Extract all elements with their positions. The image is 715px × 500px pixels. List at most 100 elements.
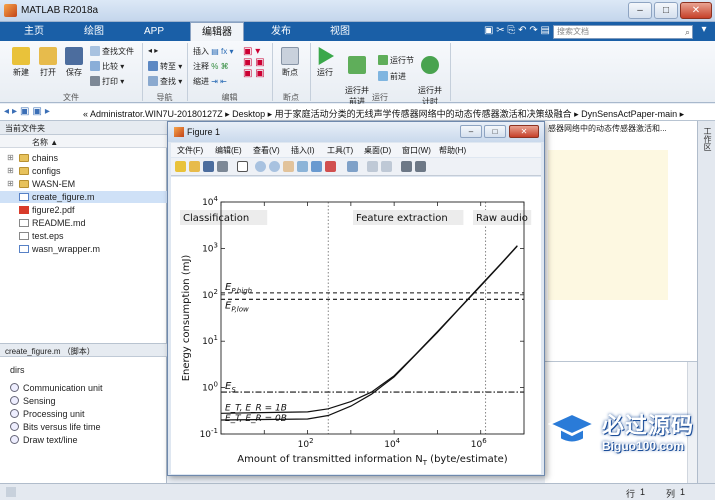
- menu-edit[interactable]: 编辑(E): [215, 145, 242, 156]
- expand-icon[interactable]: ⊞: [7, 178, 14, 190]
- section-file-label: 文件: [63, 93, 79, 102]
- collapse-ribbon-icon[interactable]: ▾: [697, 24, 711, 39]
- workspace-label: 工作区: [703, 127, 712, 151]
- figure-close-button[interactable]: ✕: [509, 125, 539, 138]
- file-row-readme[interactable]: README.md: [0, 217, 167, 229]
- show-plot-tools-icon[interactable]: [415, 161, 426, 172]
- nav-back-icon[interactable]: ◂ ▸: [148, 46, 158, 55]
- search-icon: ⌕: [684, 27, 690, 37]
- rotate-icon[interactable]: [297, 161, 308, 172]
- pan-icon[interactable]: [283, 161, 294, 172]
- figure-minimize-button[interactable]: –: [460, 125, 482, 138]
- menu-window[interactable]: 窗口(W): [402, 145, 431, 156]
- file-row-figure2[interactable]: figure2.pdf: [0, 204, 167, 216]
- tab-view[interactable]: 视图: [318, 22, 362, 41]
- insert-button[interactable]: 插入 ▤ fx ▾: [193, 46, 233, 57]
- line-number: 1: [640, 487, 646, 497]
- menu-view[interactable]: 查看(V): [253, 145, 280, 156]
- menu-help[interactable]: 帮助(H): [439, 145, 466, 156]
- expand-icon[interactable]: ⊞: [7, 152, 14, 164]
- save-icon: [65, 47, 83, 65]
- compare-icon: [90, 61, 100, 71]
- open-file-icon[interactable]: [189, 161, 200, 172]
- run-section-icon: [378, 55, 388, 65]
- menu-insert[interactable]: 插入(I): [291, 145, 315, 156]
- file-row-test-eps[interactable]: test.eps: [0, 230, 167, 242]
- run-button[interactable]: 运行: [312, 47, 338, 78]
- series-line-0: [220, 245, 518, 414]
- x-tick-label-2: 106: [471, 437, 487, 450]
- print-figure-icon[interactable]: [217, 161, 228, 172]
- section-edit-label: 编辑: [221, 93, 238, 102]
- folder-icon: [19, 154, 29, 162]
- minimize-button[interactable]: –: [628, 2, 652, 19]
- run-section-button[interactable]: 运行节: [378, 55, 414, 66]
- advance-button[interactable]: 前进: [378, 71, 406, 82]
- details-item[interactable]: Communication unit: [10, 383, 103, 393]
- run-time-icon: [421, 56, 439, 74]
- find-files-button[interactable]: 查找文件: [90, 46, 134, 57]
- file-row-chains[interactable]: ⊞ chains: [0, 152, 167, 164]
- plot-box: [220, 201, 525, 435]
- menu-desktop[interactable]: 桌面(D): [364, 145, 391, 156]
- figure-maximize-button[interactable]: □: [484, 125, 506, 138]
- brush-icon[interactable]: [325, 161, 336, 172]
- menu-tools[interactable]: 工具(T): [327, 145, 353, 156]
- section-nav-label: 导航: [156, 93, 173, 102]
- details-item[interactable]: Bits versus life time: [10, 422, 101, 432]
- address-nav-icons[interactable]: ◂▸▣▣▸: [4, 106, 53, 117]
- compare-button[interactable]: 比较 ▾: [90, 61, 124, 72]
- figure-window[interactable]: Figure 1 – □ ✕ 文件(F) 编辑(E) 查看(V) 插入(I) 工…: [167, 121, 545, 476]
- function-icon: [10, 422, 19, 431]
- name-column-header[interactable]: 名称 ▲: [0, 135, 167, 148]
- new-figure-icon[interactable]: [175, 161, 186, 172]
- series-line-1: [220, 245, 518, 421]
- print-icon: [90, 76, 100, 86]
- close-button[interactable]: ✕: [680, 2, 712, 19]
- menu-file[interactable]: 文件(F): [177, 145, 203, 156]
- open-button[interactable]: 打开: [35, 47, 61, 78]
- editor-tab[interactable]: 感器网络中的动态传感器激活和...: [548, 123, 667, 134]
- expand-icon[interactable]: ⊞: [7, 165, 14, 177]
- details-item[interactable]: Draw text/line: [10, 435, 78, 445]
- details-item[interactable]: Processing unit: [10, 409, 85, 419]
- tab-plots[interactable]: 绘图: [72, 22, 116, 41]
- figure-canvas[interactable]: Classification Feature extraction Raw audi…: [171, 177, 541, 474]
- current-path[interactable]: « Administrator.WIN7U-20180127Z ▸ Deskto…: [83, 107, 684, 120]
- file-row-configs[interactable]: ⊞ configs: [0, 165, 167, 177]
- maximize-button[interactable]: □: [654, 2, 678, 19]
- comment-button[interactable]: 注释 % ⌘: [193, 61, 229, 72]
- watermark-url-text: Biguo100.com: [602, 439, 685, 453]
- zoom-out-icon[interactable]: [269, 161, 280, 172]
- graduation-cap-icon: [548, 412, 596, 444]
- tab-publish[interactable]: 发布: [256, 22, 306, 41]
- tab-editor[interactable]: 编辑器: [190, 22, 244, 41]
- search-input[interactable]: 搜索文档 ⌕: [553, 25, 693, 39]
- file-row-create-figure[interactable]: create_figure.m: [0, 191, 167, 203]
- zoom-in-icon[interactable]: [255, 161, 266, 172]
- x-tick-label-0: 102: [298, 437, 314, 450]
- tab-home[interactable]: 主页: [14, 22, 54, 41]
- column-number: 1: [680, 487, 686, 497]
- new-button[interactable]: 新建: [8, 47, 34, 78]
- y-tick-label-5: 104: [202, 195, 218, 208]
- save-button[interactable]: 保存: [61, 47, 87, 78]
- find-button[interactable]: 查找 ▾: [148, 76, 182, 87]
- details-item[interactable]: Sensing: [10, 396, 56, 406]
- tab-apps[interactable]: APP: [132, 22, 176, 41]
- figure-title-bar[interactable]: Figure 1 – □ ✕: [168, 122, 544, 142]
- breakpoints-button[interactable]: 断点: [276, 47, 304, 78]
- data-cursor-icon[interactable]: [311, 161, 322, 172]
- goto-button[interactable]: 转至 ▾: [148, 61, 182, 72]
- save-figure-icon[interactable]: [203, 161, 214, 172]
- link-plot-icon[interactable]: [347, 161, 358, 172]
- edit-plot-icon[interactable]: [237, 161, 248, 172]
- print-button[interactable]: 打印 ▾: [90, 76, 124, 87]
- legend-icon[interactable]: [381, 161, 392, 172]
- colorbar-icon[interactable]: [367, 161, 378, 172]
- file-row-wasn-wrapper[interactable]: wasn_wrapper.m: [0, 243, 167, 255]
- file-row-wasn-em[interactable]: ⊞ WASN-EM: [0, 178, 167, 190]
- hide-plot-tools-icon[interactable]: [401, 161, 412, 172]
- cell-tools-icons[interactable]: ▣ ▾ ▣ ▣ ▣ ▣: [243, 46, 265, 79]
- indent-button[interactable]: 缩进 ⇥ ⇤: [193, 76, 227, 87]
